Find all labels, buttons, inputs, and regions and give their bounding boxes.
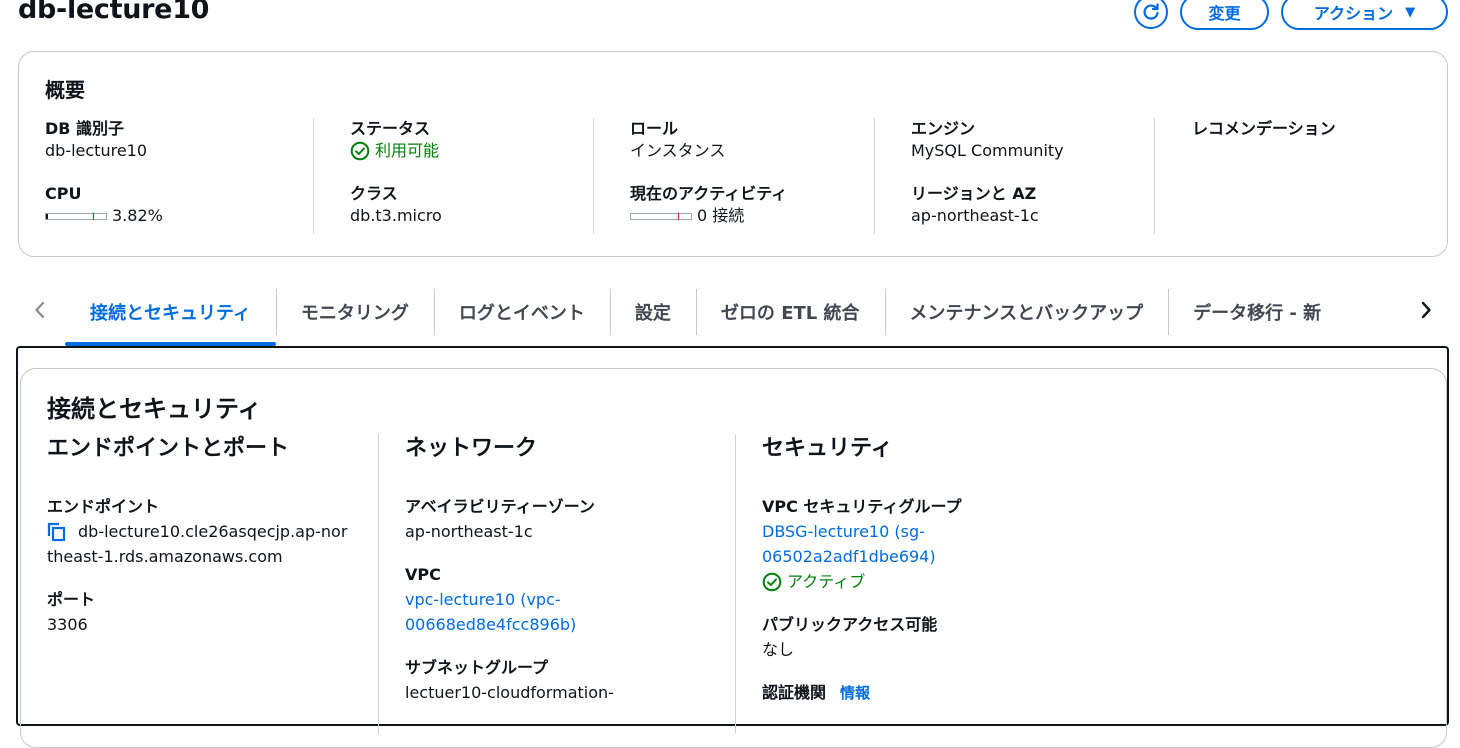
activity-meter-threshold — [678, 213, 679, 220]
tab-data-migration[interactable]: データ移行 - 新 — [1168, 288, 1346, 336]
certificate-authority-row: 認証機関 情報 — [762, 681, 1092, 705]
activity-value-row: 0 接続 — [630, 205, 910, 227]
tab-zero-etl[interactable]: ゼロの ETL 統合 — [695, 288, 885, 336]
security-group-link-line1: DBSG-lecture10 (sg- — [762, 522, 925, 541]
db-identifier-value: db-lecture10 — [45, 141, 148, 160]
security-group-status-row: アクティブ — [762, 569, 1092, 594]
port-label: ポート — [47, 590, 96, 609]
endpoint-value-line1: db-lecture10.cle26asqecjp.ap-nor — [78, 522, 348, 541]
tab-connectivity-security[interactable]: 接続とセキュリティ — [65, 288, 276, 346]
tab-list: 接続とセキュリティ モニタリング ログとイベント 設定 ゼロの ETL 統合 メ… — [65, 288, 1410, 346]
port-value: 3306 — [47, 615, 88, 634]
activity-label: 現在のアクティビティ — [630, 184, 788, 203]
network-title: ネットワーク — [405, 436, 538, 461]
activity-meter — [630, 213, 692, 220]
endpoint-value-row: db-lecture10.cle26asqecjp.ap-nor — [47, 519, 377, 544]
chevron-left-icon — [35, 301, 45, 319]
vpc-label: VPC — [405, 565, 441, 584]
tab-label: モニタリング — [300, 303, 409, 324]
security-group-status: アクティブ — [787, 572, 866, 591]
actions-dropdown-button[interactable]: アクション ▼ — [1281, 0, 1448, 30]
cpu-meter-threshold — [93, 213, 94, 220]
copy-icon[interactable] — [44, 520, 68, 544]
refresh-button[interactable] — [1134, 0, 1168, 29]
tab-configuration[interactable]: 設定 — [609, 288, 696, 336]
vpc-link-line2: 00668ed8e4fcc896b) — [405, 615, 577, 634]
cpu-value-row: 3.82% — [45, 205, 310, 227]
subnet-group-value[interactable]: lectuer10-cloudformation- — [405, 680, 735, 705]
network-section: ネットワーク アベイラビリティーゾーン ap-northeast-1c VPC … — [378, 434, 735, 734]
activity-value: 0 接続 — [697, 206, 745, 225]
vpc-link[interactable]: vpc-lecture10 (vpc- 00668ed8e4fcc896b) — [405, 587, 735, 637]
engine-value: MySQL Community — [911, 141, 1064, 160]
tab-label: ログとイベント — [458, 303, 585, 324]
tab-monitoring[interactable]: モニタリング — [275, 288, 434, 336]
refresh-icon — [1143, 3, 1159, 20]
tab-scroll-left-button[interactable] — [28, 298, 52, 322]
tab-label: 接続とセキュリティ — [90, 303, 251, 324]
public-access-label: パブリックアクセス可能 — [762, 615, 938, 634]
tab-label: メンテナンスとバックアップ — [909, 303, 1144, 324]
tab-label: データ移行 - 新 — [1193, 303, 1322, 324]
certificate-authority-label: 認証機関 — [762, 683, 827, 702]
chevron-right-icon — [1421, 301, 1431, 319]
subnet-group-label: サブネットグループ — [405, 658, 549, 677]
db-identifier-label: DB 識別子 — [45, 119, 125, 138]
class-label: クラス — [350, 184, 398, 203]
tab-label: 設定 — [634, 303, 671, 324]
cpu-label: CPU — [45, 184, 82, 203]
az-value: ap-northeast-1c — [405, 522, 533, 541]
endpoint-port-title: エンドポイントとポート — [47, 436, 290, 461]
az-label: アベイラビリティーゾーン — [405, 497, 595, 516]
tab-panel: 接続とセキュリティ エンドポイントとポート エンドポイント db-lecture… — [16, 346, 1449, 748]
summary-col-status: ステータス 利用可能 クラス db.t3.micro — [313, 118, 630, 234]
summary-col-role: ロール インスタンス 現在のアクティビティ 0 接続 — [593, 118, 910, 234]
caret-down-icon: ▼ — [1405, 4, 1416, 20]
modify-button[interactable]: 変更 — [1180, 0, 1269, 30]
status-label: ステータス — [350, 119, 431, 138]
summary-col-recommendations: レコメンデーション — [1154, 118, 1452, 234]
info-link[interactable]: 情報 — [840, 684, 870, 702]
tab-label: ゼロの ETL 統合 — [720, 303, 860, 324]
cpu-meter — [45, 213, 107, 220]
security-section: セキュリティ VPC セキュリティグループ DBSG-lecture10 (sg… — [735, 434, 1092, 734]
status-value: 利用可能 — [375, 141, 440, 160]
actions-button-label: アクション — [1313, 4, 1394, 23]
tab-logs-events[interactable]: ログとイベント — [433, 288, 610, 336]
summary-title: 概要 — [45, 78, 85, 102]
endpoint-value-line2: theast-1.rds.amazonaws.com — [47, 547, 283, 566]
engine-label: エンジン — [911, 119, 976, 138]
region-az-label: リージョンと AZ — [911, 184, 1037, 203]
tab-bar: 接続とセキュリティ モニタリング ログとイベント 設定 ゼロの ETL 統合 メ… — [18, 288, 1448, 348]
summary-panel: 概要 DB 識別子 db-lecture10 CPU 3.82% ステータス 利… — [18, 51, 1448, 257]
cpu-value: 3.82% — [112, 206, 163, 225]
endpoint-port-section: エンドポイントとポート エンドポイント db-lecture10.cle26as… — [47, 434, 377, 656]
vpc-link-line1: vpc-lecture10 (vpc- — [405, 590, 561, 609]
region-az-value: ap-northeast-1c — [911, 206, 1039, 225]
recommendations-label: レコメンデーション — [1192, 119, 1336, 138]
role-label: ロール — [630, 119, 679, 138]
security-title: セキュリティ — [762, 436, 893, 461]
role-value: インスタンス — [630, 141, 726, 160]
summary-col-identifier: DB 識別子 db-lecture10 CPU 3.82% — [45, 118, 310, 234]
security-group-link-line2: 06502a2adf1dbe694) — [762, 547, 936, 566]
cpu-meter-fill — [46, 214, 49, 219]
tab-maintenance-backup[interactable]: メンテナンスとバックアップ — [884, 288, 1169, 336]
endpoint-label: エンドポイント — [47, 497, 160, 516]
security-group-label: VPC セキュリティグループ — [762, 497, 962, 516]
class-value: db.t3.micro — [350, 206, 442, 225]
status-value-row: 利用可能 — [350, 140, 630, 162]
security-group-link[interactable]: DBSG-lecture10 (sg- 06502a2adf1dbe694) — [762, 519, 1092, 569]
page-title: db-lecture10 — [18, 0, 210, 25]
check-circle-icon — [762, 572, 782, 591]
tab-scroll-right-button[interactable] — [1414, 298, 1438, 322]
public-access-value: なし — [762, 640, 795, 659]
modify-button-label: 変更 — [1208, 4, 1241, 23]
connectivity-title: 接続とセキュリティ — [47, 395, 262, 423]
check-circle-icon — [350, 141, 370, 161]
header-actions: 変更 アクション ▼ — [1134, 0, 1448, 30]
connectivity-card: 接続とセキュリティ エンドポイントとポート エンドポイント db-lecture… — [20, 368, 1447, 748]
summary-col-engine: エンジン MySQL Community リージョンと AZ ap-northe… — [874, 118, 1191, 234]
